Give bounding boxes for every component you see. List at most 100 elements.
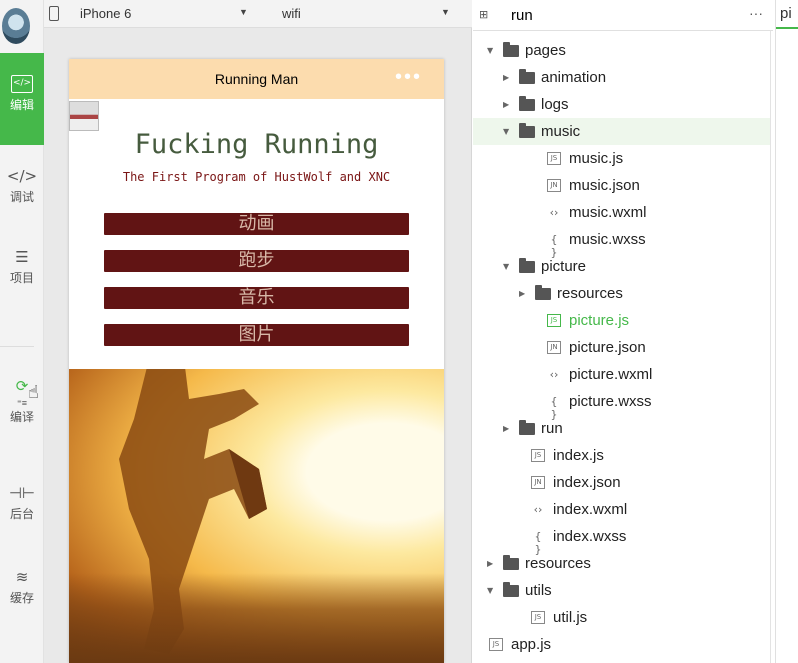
folder-row[interactable]: ▶ resources xyxy=(473,550,771,577)
toolbar-divider xyxy=(0,346,34,347)
folder-row[interactable]: ▶ run xyxy=(473,415,771,442)
folder-label: resources xyxy=(557,285,623,302)
avatar-thumbnail xyxy=(69,101,99,131)
folder-open-icon xyxy=(503,582,519,597)
tool-editor[interactable]: </> 编辑 xyxy=(0,53,44,145)
file-row[interactable]: JS picture.js xyxy=(473,307,771,334)
page-title: Fucking Running xyxy=(134,129,379,160)
file-row[interactable]: { } music.wxss xyxy=(473,226,771,259)
file-label: picture.json xyxy=(569,339,646,356)
chevron-down-icon[interactable]: ▼ xyxy=(487,37,493,64)
chevron-down-icon[interactable]: ▼ xyxy=(503,253,509,280)
wxml-file-icon: ‹› xyxy=(549,206,559,219)
folder-row[interactable]: ▼ picture xyxy=(473,253,771,280)
folder-icon xyxy=(519,96,535,111)
tool-project[interactable]: ☰ 项目 xyxy=(0,248,44,286)
active-tab-indicator xyxy=(776,27,798,29)
tool-cache-label: 缓存 xyxy=(9,591,34,605)
file-label: index.wxml xyxy=(553,501,628,518)
simulator-toolbar: iPhone 6 ▼ wifi ▼ xyxy=(44,0,472,28)
file-label: music.json xyxy=(569,177,640,194)
folder-row[interactable]: ▶ animation xyxy=(473,64,771,91)
more-icon[interactable]: ··· xyxy=(749,5,763,21)
folder-icon xyxy=(519,420,535,435)
chevron-down-icon[interactable]: ▼ xyxy=(487,577,493,604)
music-button[interactable]: 音乐 xyxy=(104,287,409,309)
js-file-icon: JS xyxy=(489,638,503,651)
device-select[interactable]: iPhone 6 xyxy=(80,6,131,21)
grass-foreground xyxy=(69,573,444,663)
explorer-scrollbar[interactable] xyxy=(770,31,771,663)
file-label: music.wxml xyxy=(569,204,647,221)
file-row[interactable]: JS music.js xyxy=(473,145,771,172)
tool-backend[interactable]: ⊣⊢ 后台 xyxy=(0,484,44,522)
editor-tab[interactable]: pi xyxy=(780,5,792,22)
animation-button[interactable]: 动画 xyxy=(104,213,409,235)
file-row[interactable]: { } picture.wxss xyxy=(473,388,771,421)
chevron-right-icon[interactable]: ▶ xyxy=(503,64,509,91)
file-row[interactable]: ‹› picture.wxml xyxy=(473,361,771,388)
wxss-file-icon: { } xyxy=(550,395,558,421)
file-label: picture.js xyxy=(569,312,630,329)
file-row[interactable]: { } index.wxss xyxy=(473,523,771,556)
code-box-icon: </> xyxy=(11,75,33,93)
chevron-down-icon[interactable]: ▼ xyxy=(239,7,248,17)
chevron-down-icon[interactable]: ▼ xyxy=(441,7,450,17)
wxss-file-icon: { } xyxy=(550,233,558,259)
js-file-icon: JS xyxy=(547,152,561,165)
file-row[interactable]: JN music.json xyxy=(473,172,771,199)
explorer-title: run xyxy=(511,7,533,24)
file-label: music.js xyxy=(569,150,624,167)
navbar-title: Running Man xyxy=(214,71,299,87)
picture-button[interactable]: 图片 xyxy=(104,324,409,346)
network-select[interactable]: wifi xyxy=(282,6,301,21)
file-row[interactable]: JS index.js xyxy=(473,442,771,469)
folder-icon xyxy=(535,285,551,300)
explorer-header: ⊞ run ··· xyxy=(473,0,773,31)
tool-backend-label: 后台 xyxy=(9,507,34,521)
avatar[interactable] xyxy=(2,8,30,44)
chevron-down-icon[interactable]: ▼ xyxy=(503,118,509,145)
file-label: app.js xyxy=(511,636,552,653)
folder-open-icon xyxy=(503,42,519,57)
running-button[interactable]: 跑步 xyxy=(104,250,409,272)
folder-row[interactable]: ▼ pages xyxy=(473,37,771,64)
tool-cache[interactable]: ≋ 缓存 xyxy=(0,568,44,606)
tool-debug[interactable]: </> 调试 xyxy=(0,167,44,205)
file-row[interactable]: JS app.js xyxy=(473,631,771,658)
chevron-right-icon[interactable]: ▶ xyxy=(503,91,509,118)
chevron-right-icon[interactable]: ▶ xyxy=(487,550,493,577)
folder-label: music xyxy=(541,123,581,140)
file-row[interactable]: JN index.json xyxy=(473,469,771,496)
folder-row[interactable]: ▶ resources xyxy=(473,280,771,307)
page-subtitle: The First Program of HustWolf and XNC xyxy=(122,170,391,184)
folder-row[interactable]: ▼ utils xyxy=(473,577,771,604)
tool-debug-label: 调试 xyxy=(9,190,34,204)
file-row[interactable]: ‹› music.wxml xyxy=(473,199,771,226)
folder-row[interactable]: ▶ logs xyxy=(473,91,771,118)
chevron-right-icon[interactable]: ▶ xyxy=(503,415,509,442)
folder-open-icon xyxy=(519,258,535,273)
folder-row[interactable]: ▼ music xyxy=(473,118,771,145)
file-row[interactable]: ‹› index.wxml xyxy=(473,496,771,523)
js-file-icon: JS xyxy=(531,449,545,462)
file-row[interactable]: JN picture.json xyxy=(473,334,771,361)
js-file-icon: JS xyxy=(531,611,545,624)
folder-label: utils xyxy=(525,582,552,599)
phone-icon[interactable] xyxy=(49,6,59,21)
folder-label: animation xyxy=(541,69,607,86)
file-row[interactable]: JS util.js xyxy=(473,604,771,631)
chevron-right-icon[interactable]: ▶ xyxy=(519,280,525,307)
folder-label: logs xyxy=(541,96,569,113)
phone-screen: Running Man ••• Fucking Running The Firs… xyxy=(69,59,444,663)
more-icon[interactable]: ••• xyxy=(395,59,422,95)
backend-icon: ⊣⊢ xyxy=(8,484,36,502)
tree-icon: ⊞ xyxy=(479,8,489,21)
editor-panel: pi xyxy=(775,0,798,663)
wxml-file-icon: ‹› xyxy=(549,368,559,381)
tool-editor-label: 编辑 xyxy=(9,98,34,112)
simulator-panel: iPhone 6 ▼ wifi ▼ Running Man ••• Fuckin… xyxy=(44,0,472,663)
runner-photo xyxy=(69,369,444,663)
app-navbar: Running Man ••• xyxy=(69,59,444,99)
file-label: index.js xyxy=(553,447,604,464)
